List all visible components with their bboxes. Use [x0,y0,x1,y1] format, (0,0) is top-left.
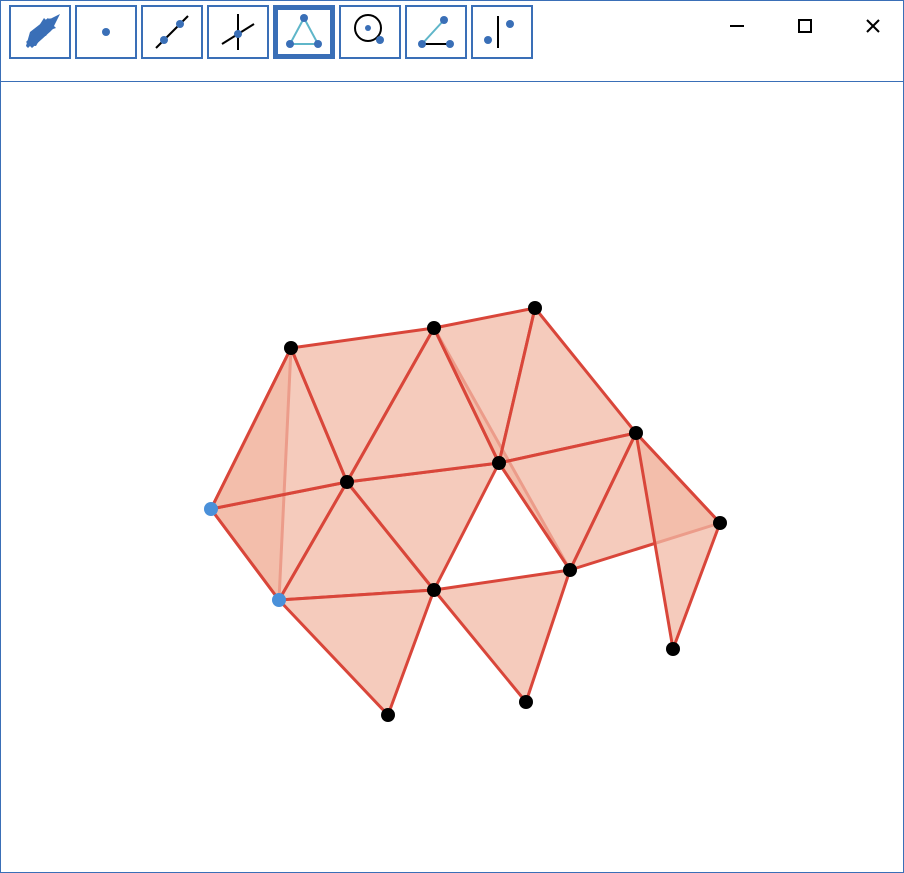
polygon-tool[interactable] [273,5,335,59]
point[interactable] [519,695,533,709]
triangle[interactable] [434,570,570,702]
point[interactable] [381,708,395,722]
maximize-button[interactable] [785,11,825,41]
titlebar [1,1,903,63]
perpendicular-line-tool[interactable] [207,5,269,59]
main-toolbar [9,5,533,59]
move-tool[interactable] [9,5,71,59]
perpendicular-icon [216,10,260,54]
point[interactable] [528,301,542,315]
triangle[interactable] [279,590,434,715]
point[interactable] [713,516,727,530]
point[interactable] [629,426,643,440]
app-window [0,0,904,873]
line-tool[interactable] [141,5,203,59]
close-icon [864,17,882,35]
circle-tool[interactable] [339,5,401,59]
point[interactable] [340,475,354,489]
point-tool[interactable] [75,5,137,59]
toolbar-divider [1,81,903,82]
minimize-button[interactable] [717,11,757,41]
angle-tool[interactable] [405,5,467,59]
point[interactable] [666,642,680,656]
point[interactable] [427,321,441,335]
polygon-icon [282,10,326,54]
angle-icon [414,10,458,54]
reflect-tool[interactable] [471,5,533,59]
reflect-icon [480,10,524,54]
point[interactable] [284,341,298,355]
point[interactable] [427,583,441,597]
free-point[interactable] [204,502,218,516]
free-point[interactable] [272,593,286,607]
circle-icon [348,10,392,54]
point-icon [86,12,126,52]
point[interactable] [563,563,577,577]
close-button[interactable] [853,11,893,41]
minimize-icon [728,17,746,35]
arrow-icon [20,12,60,52]
window-controls [717,11,893,41]
line-icon [150,10,194,54]
maximize-icon [797,18,813,34]
point[interactable] [492,456,506,470]
geometry-svg [2,83,904,872]
geometry-canvas[interactable] [2,83,902,871]
